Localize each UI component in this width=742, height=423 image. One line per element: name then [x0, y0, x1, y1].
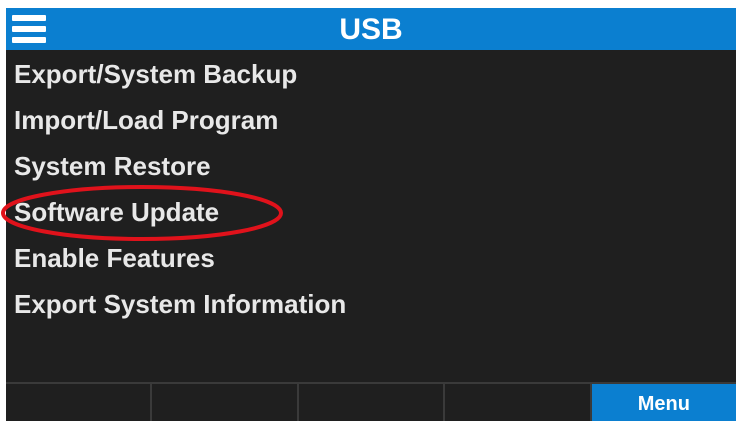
page-title: USB: [339, 13, 403, 46]
hamburger-bar: [12, 15, 46, 21]
hamburger-bar: [12, 26, 46, 32]
title-bar: USB: [6, 8, 736, 50]
menu-item-export-system-backup[interactable]: Export/System Backup: [6, 54, 736, 100]
softkey-3[interactable]: [299, 384, 446, 421]
hamburger-menu-icon[interactable]: [12, 12, 46, 46]
menu-item-export-system-information[interactable]: Export System Information: [6, 284, 736, 330]
softkey-bar: Menu: [6, 382, 736, 421]
softkey-1[interactable]: [6, 384, 153, 421]
softkey-4[interactable]: [445, 384, 592, 421]
menu-item-enable-features[interactable]: Enable Features: [6, 238, 736, 284]
usb-screen: USB Export/System Backup Import/Load Pro…: [0, 0, 742, 423]
softkey-2[interactable]: [152, 384, 299, 421]
menu-item-system-restore[interactable]: System Restore: [6, 146, 736, 192]
menu-item-software-update[interactable]: Software Update: [6, 192, 736, 238]
menu-softkey[interactable]: Menu: [591, 384, 736, 421]
usb-menu-list: Export/System Backup Import/Load Program…: [6, 54, 736, 330]
hamburger-bar: [12, 37, 46, 43]
menu-item-import-load-program[interactable]: Import/Load Program: [6, 100, 736, 146]
device-display: USB Export/System Backup Import/Load Pro…: [6, 8, 736, 421]
